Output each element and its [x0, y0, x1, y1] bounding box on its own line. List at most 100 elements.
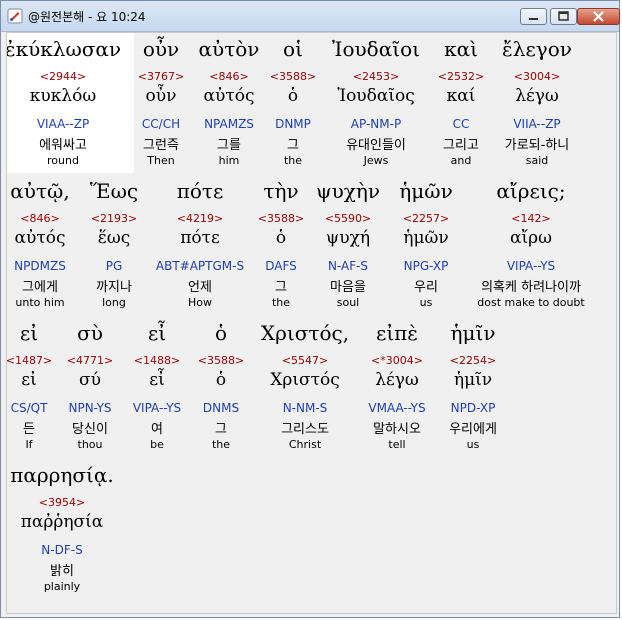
greek-word: εἶ [147, 321, 167, 345]
english-gloss: unto him [15, 296, 65, 309]
korean-gloss: 말하시오 [373, 422, 421, 437]
lemma: ὁ [215, 370, 227, 390]
morphology-code: DNMS [202, 401, 240, 415]
app-icon [7, 8, 23, 24]
morphology-code: VMAA--YS [368, 401, 426, 415]
lemma: ἡμῖν [453, 370, 493, 390]
greek-word: οὖν [142, 37, 180, 61]
korean-gloss: 그리스도 [281, 422, 329, 437]
lemma: εἶ [149, 370, 165, 390]
korean-gloss: 밝히 [50, 564, 74, 579]
greek-word: οἱ [283, 37, 303, 61]
english-gloss: us [466, 438, 480, 451]
greek-word: καὶ [444, 37, 478, 61]
greek-word: αὐτῷ, [10, 179, 70, 203]
morphology-code: N-NM-S [282, 401, 328, 415]
lemma: εἰ [21, 370, 37, 390]
strongs-number: <2453> [352, 70, 400, 83]
lemma: καί [446, 86, 476, 106]
maximize-button[interactable] [550, 8, 577, 25]
morphology-code: NPAMZS [204, 117, 254, 131]
lemma: ὁ [287, 86, 299, 106]
morphology-code: N-DF-S [41, 543, 83, 557]
strongs-number: <2944> [39, 70, 87, 83]
korean-gloss: 우리에게 [449, 422, 497, 437]
strongs-number: <3004> [513, 70, 561, 83]
english-gloss: Jews [363, 154, 389, 167]
strongs-number: <*3004> [371, 354, 423, 367]
korean-gloss: 에워싸고 [39, 138, 87, 153]
morphology-code: PG [105, 259, 123, 273]
english-gloss: plainly [43, 580, 81, 593]
greek-word: αὐτὸν [198, 37, 260, 61]
greek-word: ἡμῶν [399, 179, 453, 203]
greek-word: Χριστός, [260, 321, 350, 345]
english-gloss: long [102, 296, 126, 309]
lemma: οὖν [145, 86, 177, 106]
strongs-number: <5590> [324, 212, 372, 225]
greek-word: ψυχὴν [315, 179, 381, 203]
strongs-number: <142> [511, 212, 551, 225]
english-gloss: Christ [288, 438, 322, 451]
english-gloss: us [419, 296, 433, 309]
lemma: αὐτός [14, 228, 66, 248]
morphology-code: DAFS [265, 259, 297, 273]
english-gloss: the [211, 438, 231, 451]
strongs-number: <1487> [6, 354, 53, 367]
korean-gloss: 그 [215, 422, 227, 437]
close-icon [593, 11, 604, 22]
english-gloss: Then [147, 154, 175, 167]
morphology-code: VIAA--ZP [36, 117, 90, 131]
greek-word: ἔλεγον [502, 37, 572, 61]
strongs-number: <3588> [269, 70, 317, 83]
app-window: @원전본해 - 요 10:24 ἐκύκλωσαν <2944> κυκλόω … [0, 0, 620, 618]
lemma: παῤῥησία [20, 512, 104, 532]
strongs-number: <4219> [176, 212, 224, 225]
english-gloss: the [271, 296, 291, 309]
strongs-number: <3954> [38, 496, 86, 509]
english-gloss: him [218, 154, 240, 167]
english-gloss: be [150, 438, 164, 451]
korean-gloss: 든 [23, 422, 35, 437]
strongs-number: <4771> [66, 354, 114, 367]
greek-word: ἐκύκλωσαν [6, 37, 122, 61]
morphology-code: CC/CH [141, 117, 181, 131]
korean-gloss: 여 [151, 422, 163, 437]
lemma: ὁ [275, 228, 287, 248]
morphology-code: ABT#APTGM-S [155, 259, 245, 273]
greek-word: τὴν [263, 179, 299, 203]
lemma: ψυχή [325, 228, 371, 248]
minimize-icon [529, 18, 538, 20]
korean-gloss: 그런즉 [143, 138, 179, 153]
strongs-number: <2254> [449, 354, 497, 367]
english-gloss: How [188, 296, 212, 309]
korean-gloss: 당신이 [72, 422, 108, 437]
greek-word: εἰ [19, 321, 39, 345]
strongs-number: <5547> [281, 354, 329, 367]
lemma: ἡμῶν [403, 228, 449, 248]
korean-gloss: 마음을 [330, 280, 366, 295]
lemma: κυκλόω [29, 86, 97, 106]
greek-word: Ἰουδαῖοι [332, 37, 420, 61]
greek-word: ὁ [214, 321, 228, 345]
strongs-number: <3767> [137, 70, 185, 83]
greek-word: παρρησίᾳ. [10, 463, 114, 487]
english-gloss: thou [77, 438, 103, 451]
korean-gloss: 그 [275, 280, 287, 295]
korean-gloss: 그에게 [22, 280, 58, 295]
strongs-number: <846> [20, 212, 60, 225]
title-bar[interactable]: @원전본해 - 요 10:24 [1, 1, 620, 32]
strongs-number: <2532> [437, 70, 485, 83]
minimize-button[interactable] [520, 8, 547, 25]
lemma: Ἰουδαῖος [337, 86, 415, 106]
korean-gloss: 우리 [414, 280, 438, 295]
morphology-code: AP-NM-P [350, 117, 402, 131]
english-gloss: said [525, 154, 549, 167]
lemma: λέγω [375, 370, 419, 390]
greek-word: εἰπὲ [375, 321, 419, 345]
korean-gloss: 그를 [217, 138, 241, 153]
close-button[interactable] [577, 8, 620, 25]
greek-word: ἡμῖν [450, 321, 496, 345]
maximize-icon [558, 11, 569, 21]
morphology-code: DNMP [275, 117, 311, 131]
